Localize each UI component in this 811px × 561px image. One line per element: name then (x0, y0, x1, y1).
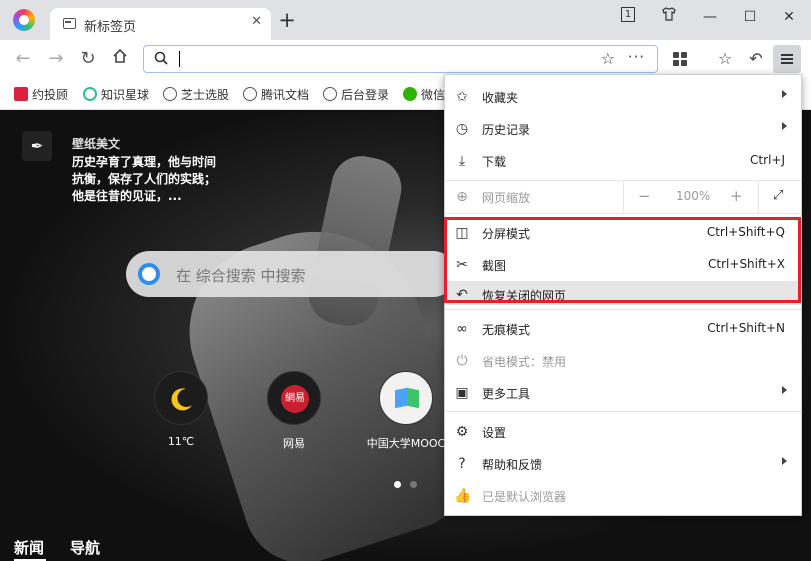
zoom-icon: ⊕ (456, 189, 468, 205)
tab-close-icon[interactable]: ✕ (251, 14, 262, 29)
reload-button[interactable]: ↻ (77, 48, 99, 70)
bookmark-item[interactable]: 后台登录 (323, 86, 389, 103)
submenu-arrow-icon (782, 122, 787, 130)
main-menu-dropdown: ✩ 收藏夹 ◷ 历史记录 ⤓ 下载 Ctrl+J ⊕ 网页缩放 − 100% +… (444, 74, 802, 516)
minimize-button[interactable]: — (697, 6, 723, 28)
menu-item-settings[interactable]: ⚙ 设置 (445, 416, 801, 448)
quill-icon[interactable]: ✒ (22, 131, 52, 161)
menu-item-power-saving[interactable]: ⏻ 省电模式：禁用 (445, 345, 801, 377)
bookmark-item[interactable]: 约投顾 (14, 86, 68, 103)
undo-arrow-icon: ↶ (456, 287, 468, 303)
tab-news[interactable]: 新闻 (14, 537, 44, 558)
wallpaper-quote[interactable]: 历史孕育了真理，他与时间抗衡，保存了人们的实践；他是往昔的见证，... (72, 154, 222, 205)
page-search-box[interactable]: 在 综合搜索 中搜索 (126, 251, 456, 297)
shortcut-label: Ctrl+Shift+X (708, 257, 785, 271)
new-tab-button[interactable]: + (277, 9, 297, 31)
bookmark-item[interactable]: 微信 (403, 86, 445, 103)
ribbon-icon (14, 87, 28, 101)
thumbs-up-icon: 👍 (454, 488, 472, 504)
mooc-icon (379, 371, 433, 425)
shortcut-label: Ctrl+Shift+N (707, 321, 785, 335)
netease-icon: 網易 (267, 371, 321, 425)
tab-new-tab[interactable]: 新标签页 ✕ (50, 8, 271, 40)
split-screen-icon: ◫ (455, 225, 469, 241)
favorites-list-icon[interactable]: ☆ (715, 49, 735, 69)
maximize-button[interactable]: ☐ (737, 6, 763, 28)
globe-icon (243, 87, 257, 101)
wechat-icon (403, 87, 417, 101)
browser-logo-icon[interactable] (13, 9, 35, 31)
zoom-controls: − 100% + ⤢ (623, 181, 801, 213)
close-window-button[interactable]: ✕ (776, 6, 802, 28)
clock-icon: ◷ (455, 121, 469, 137)
menu-item-downloads[interactable]: ⤓ 下载 Ctrl+J (445, 145, 801, 177)
search-placeholder: 在 综合搜索 中搜索 (176, 267, 306, 285)
more-dots-icon[interactable]: ··· (628, 48, 645, 66)
tab-count-badge[interactable]: 1 (621, 7, 635, 22)
menu-divider (445, 213, 801, 214)
menu-item-favorites[interactable]: ✩ 收藏夹 (445, 81, 801, 113)
zoom-level: 100% (676, 189, 711, 203)
quick-link-weather[interactable]: 11℃ (136, 371, 226, 448)
home-button[interactable] (109, 48, 131, 70)
search-icon (154, 51, 168, 65)
planet-icon (83, 87, 97, 101)
menu-item-default-browser: 👍 已是默认浏览器 (454, 488, 567, 504)
undo-close-icon[interactable]: ↶ (746, 49, 766, 69)
skin-shirt-icon[interactable] (656, 6, 682, 28)
apps-grid-icon[interactable] (670, 49, 690, 69)
submenu-arrow-icon (782, 457, 787, 465)
fullscreen-button[interactable]: ⤢ (758, 181, 802, 213)
carousel-dot[interactable] (410, 481, 417, 488)
menu-item-zoom: ⊕ 网页缩放 − 100% + ⤢ (445, 181, 801, 213)
carousel-dot-active[interactable] (394, 481, 401, 488)
shortcut-label: Ctrl+J (750, 153, 785, 167)
tab-navigation[interactable]: 导航 (70, 537, 100, 558)
menu-item-history[interactable]: ◷ 历史记录 (445, 113, 801, 145)
help-circle-icon: ? (458, 456, 466, 472)
toolbox-icon: ▣ (455, 385, 469, 401)
address-bar[interactable]: ☆ ··· (143, 45, 658, 73)
menu-item-help[interactable]: ? 帮助和反馈 (445, 448, 801, 480)
quick-link-mooc[interactable]: 中国大学MOOC (361, 371, 451, 451)
tab-title: 新标签页 (84, 20, 137, 35)
star-list-icon: ✩ (456, 89, 468, 105)
download-icon: ⤓ (458, 153, 466, 169)
fullscreen-icon: ⤢ (773, 188, 784, 203)
menu-divider (445, 309, 801, 310)
title-bar: 新标签页 ✕ + 1 — ☐ ✕ (0, 0, 811, 40)
menu-item-more-tools[interactable]: ▣ 更多工具 (445, 377, 801, 409)
scissors-icon: ✂ (456, 257, 468, 273)
text-cursor (179, 51, 180, 67)
bookmark-item[interactable]: 知识星球 (83, 86, 149, 103)
bookmark-star-icon[interactable]: ☆ (601, 49, 615, 68)
globe-icon (163, 87, 177, 101)
menu-item-incognito[interactable]: ∞ 无痕模式 Ctrl+Shift+N (445, 313, 801, 345)
incognito-mask-icon: ∞ (456, 321, 468, 337)
globe-icon (323, 87, 337, 101)
menu-item-restore-closed[interactable]: ↶ 恢复关闭的网页 (445, 281, 801, 305)
zoom-out-button[interactable]: − (638, 187, 651, 205)
power-plug-icon: ⏻ (456, 353, 468, 369)
moon-weather-icon (154, 371, 208, 425)
menu-item-split-screen[interactable]: ◫ 分屏模式 Ctrl+Shift+Q (445, 217, 801, 249)
menu-divider (445, 411, 801, 412)
back-button[interactable]: ← (12, 48, 34, 70)
submenu-arrow-icon (782, 90, 787, 98)
gear-icon: ⚙ (455, 424, 469, 440)
shortcut-label: Ctrl+Shift+Q (706, 225, 785, 239)
search-engine-icon[interactable] (138, 263, 160, 285)
newtab-page-icon (63, 18, 76, 29)
forward-button[interactable]: → (45, 48, 67, 70)
zoom-in-button[interactable]: + (730, 187, 743, 205)
menu-item-screenshot[interactable]: ✂ 截图 Ctrl+Shift+X (445, 249, 801, 281)
quick-link-netease[interactable]: 網易 网易 (249, 371, 339, 451)
submenu-arrow-icon (782, 386, 787, 394)
toolbar: ← → ↻ ☆ ··· ☆ ↶ (0, 40, 811, 78)
bookmark-item[interactable]: 芝士选股 (163, 86, 229, 103)
main-menu-button[interactable] (773, 45, 801, 73)
bookmark-item[interactable]: 腾讯文档 (243, 86, 309, 103)
wallpaper-title: 壁纸美文 (72, 137, 121, 151)
